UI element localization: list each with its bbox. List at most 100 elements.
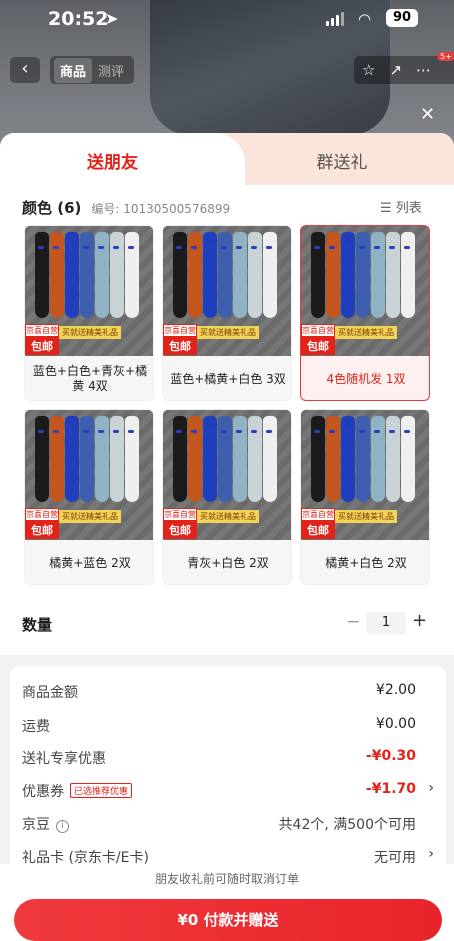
goods-amount-row: 商品金额 ¥2.00 [22,682,434,704]
promo-badge-bottom: 包邮 [25,337,59,355]
coupon-label: 优惠券 [22,784,64,800]
promo-tagline: 买就送精美礼品 [197,510,259,523]
chevron-left-icon: ‹ [21,58,29,79]
option-card[interactable]: 买就送精美礼品 京喜自营 包邮橘黄+蓝色 2双 [24,409,154,585]
promo-tagline: 买就送精美礼品 [335,326,397,339]
option-image: 买就送精美礼品 京喜自营 包邮 [163,226,291,356]
tab-send-friend[interactable]: 送朋友 [0,148,225,173]
option-card[interactable]: 买就送精美礼品 京喜自营 包邮蓝色+橘黄+白色 3双 [162,225,292,401]
promo-badge-bottom: 包邮 [163,337,197,355]
close-icon[interactable]: ✕ [420,104,435,125]
promo-badge-top: 京喜自营 [25,508,59,521]
shipping-value: ¥0.00 [375,716,416,732]
gift-discount-row: 送礼专享优惠 -¥0.30 [22,748,434,770]
goods-amount-value: ¥2.00 [375,682,416,698]
option-label: 蓝色+白色+青灰+橘黄 4双 [32,364,148,393]
quantity-input[interactable]: 1 [366,612,406,634]
coupon-badge: 已选推荐优惠 [70,783,133,798]
shipping-label: 运费 [22,719,50,735]
option-label: 橘黄+蓝色 2双 [49,555,131,570]
chevron-right-icon: › [428,780,434,796]
quantity-plus-button[interactable]: + [412,610,427,631]
promo-tagline: 买就送精美礼品 [59,510,121,523]
option-card[interactable]: 买就送精美礼品 京喜自营 包邮橘黄+白色 2双 [300,409,430,585]
price-summary: 商品金额 ¥2.00 运费 ¥0.00 送礼专享优惠 -¥0.30 优惠券 已选推… [10,666,446,876]
coupon-row[interactable]: 优惠券 已选推荐优惠 -¥1.70 › [22,780,434,803]
info-icon[interactable]: i [56,820,69,833]
jingdou-value: 共42个, 满500个可用 [278,817,416,833]
sku-number: 编号: 10130500576899 [91,202,231,216]
option-label: 4色随机发 1双 [326,371,406,386]
gift-tabs: 送朋友 群送礼 [0,133,454,185]
spec-title: 颜色 (6) [22,199,82,217]
chevron-right-icon: › [428,846,434,862]
spec-header: 颜色 (6) 编号: 10130500576899 [22,197,230,217]
socks-illustration [311,416,415,502]
list-toggle-label: 列表 [395,201,422,216]
coupon-value: -¥1.70 [365,781,416,797]
list-view-toggle[interactable]: ☰ 列表 [380,197,422,216]
option-image: 买就送精美礼品 京喜自营 包邮 [163,410,291,540]
quantity-label: 数量 [22,616,53,634]
socks-illustration [35,232,139,318]
option-label: 橘黄+白色 2双 [325,555,407,570]
promo-badge-top: 京喜自营 [163,324,197,337]
promo-badge-top: 京喜自营 [25,324,59,337]
footer: 朋友收礼前可随时取消订单 ¥0 付款并赠送 [0,864,454,941]
promo-badge-top: 京喜自营 [301,324,335,337]
cellular-signal-icon [326,12,344,26]
socks-illustration [173,232,277,318]
tab-product[interactable]: 商品 [54,57,93,83]
quantity-row: 数量 − 1 + [22,609,432,639]
product-nav-tabs: 商品 测评 [50,56,135,84]
socks-illustration [35,416,139,502]
socks-illustration [173,416,277,502]
status-time: 20:52 [48,8,109,30]
option-image: 买就送精美礼品 京喜自营 包邮 [301,226,429,356]
gift-discount-value: -¥0.30 [365,748,416,764]
promo-tagline: 买就送精美礼品 [197,326,259,339]
share-icon[interactable]: ↗ [389,61,402,79]
wifi-icon: ◠ [358,10,372,28]
cancel-note: 朋友收礼前可随时取消订单 [154,872,299,886]
option-label: 蓝色+橘黄+白色 3双 [170,371,286,386]
socks-illustration [311,232,415,318]
promo-badge: 京喜自营 包邮 [301,508,335,539]
tab-group-gift[interactable]: 群送礼 [230,148,454,173]
option-card[interactable]: 买就送精美礼品 京喜自营 包邮蓝色+白色+青灰+橘黄 4双 [24,225,154,401]
promo-badge-bottom: 包邮 [301,337,335,355]
promo-badge-top: 京喜自营 [163,508,197,521]
promo-badge-top: 京喜自营 [301,508,335,521]
promo-badge-bottom: 包邮 [301,521,335,539]
jingdou-label: 京豆 [22,817,50,833]
list-icon: ☰ [380,201,392,216]
promo-tagline: 买就送精美礼品 [59,326,121,339]
promo-badge-bottom: 包邮 [163,521,197,539]
goods-amount-label: 商品金额 [22,685,78,701]
more-icon[interactable]: ⋯ [416,61,431,79]
gift-discount-label: 送礼专享优惠 [22,751,106,767]
pay-and-gift-button[interactable]: ¥0 付款并赠送 [14,899,442,941]
back-button[interactable]: ‹ [10,57,40,83]
promo-tagline: 买就送精美礼品 [335,510,397,523]
promo-badge: 京喜自营 包邮 [25,508,59,539]
option-card[interactable]: 买就送精美礼品 京喜自营 包邮 4色随机发 1双 [300,225,430,401]
shipping-row: 运费 ¥0.00 [22,716,434,738]
promo-badge-bottom: 包邮 [25,521,59,539]
option-image: 买就送精美礼品 京喜自营 包邮 [25,410,153,540]
promo-badge: 京喜自营 包邮 [163,324,197,355]
star-icon[interactable]: ☆ [362,61,375,79]
gift-sheet: 送朋友 群送礼 颜色 (6) 编号: 10130500576899 ☰ 列表 买… [0,133,454,941]
promo-badge: 京喜自营 包邮 [163,508,197,539]
spec-panel: 颜色 (6) 编号: 10130500576899 ☰ 列表 买就送精美礼品 京喜… [0,185,454,655]
quantity-minus-button[interactable]: − [346,612,360,632]
tab-review[interactable]: 测评 [92,58,130,83]
option-card[interactable]: 买就送精美礼品 京喜自营 包邮 青灰+白色 2双 [162,409,292,585]
promo-badge: 京喜自营 包邮 [25,324,59,355]
promo-badge: 京喜自营 包邮 [301,324,335,355]
status-bar: 20:52 ➤ ◠ 90 [0,8,454,32]
location-arrow-icon: ➤ [105,9,119,28]
option-image: 买就送精美礼品 京喜自营 包邮 [301,410,429,540]
option-grid: 买就送精美礼品 京喜自营 包邮 蓝色+白色+青灰+橘黄 4双 买就送精美礼品 京喜自营 包邮… [24,225,434,585]
battery-indicator: 90 [386,9,418,27]
